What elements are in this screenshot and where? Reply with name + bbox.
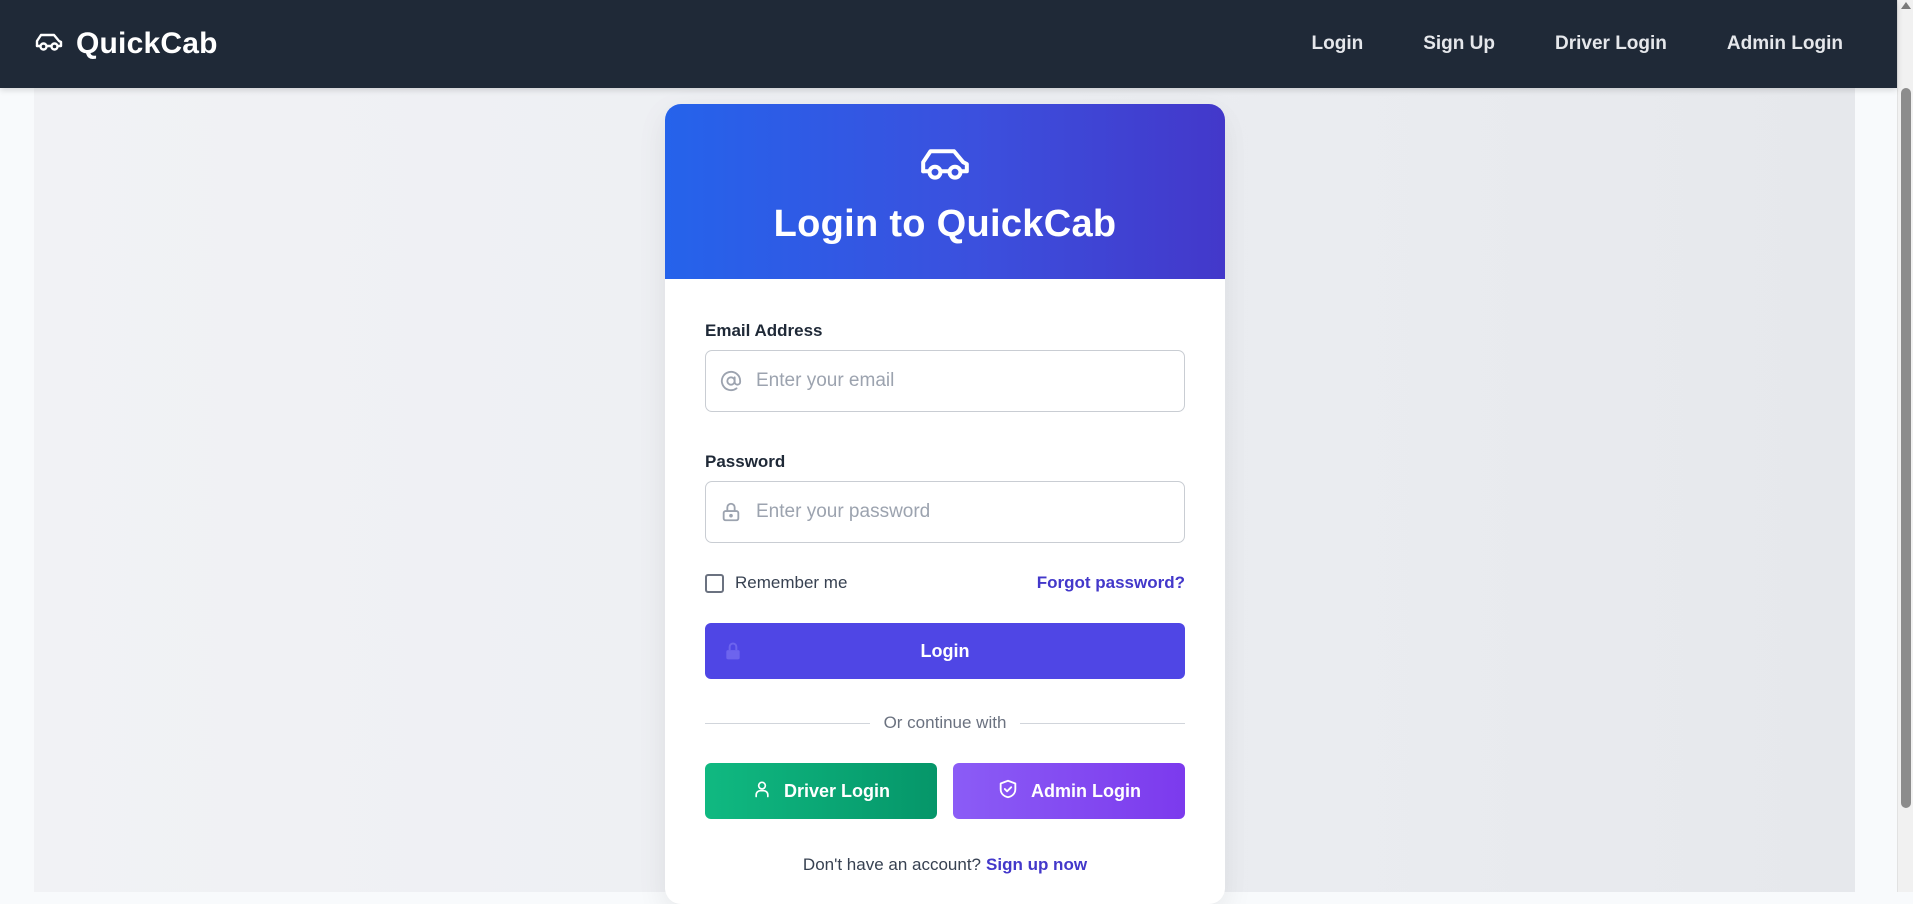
nav-link-admin-login[interactable]: Admin Login: [1697, 33, 1863, 55]
password-field-wrapper: [705, 481, 1185, 543]
scroll-up-arrow[interactable]: [1901, 2, 1911, 9]
login-button[interactable]: Login: [705, 623, 1185, 679]
top-navbar: QuickCab Login Sign Up Driver Login Admi…: [0, 0, 1897, 88]
signup-row: Don't have an account? Sign up now: [705, 855, 1185, 875]
driver-login-label: Driver Login: [783, 780, 890, 801]
nav-link-signup[interactable]: Sign Up: [1393, 33, 1525, 55]
shield-check-icon: [997, 778, 1019, 805]
car-icon: [34, 31, 64, 58]
divider-line-left: [705, 722, 870, 724]
divider: Or continue with: [705, 713, 1185, 733]
lock-icon: [723, 641, 743, 661]
login-form: Email Address Password: [665, 279, 1225, 875]
remember-checkbox[interactable]: [705, 573, 724, 593]
alt-login-row: Driver Login Admin Login: [705, 763, 1185, 819]
password-input[interactable]: [706, 482, 1184, 542]
divider-line-right: [1020, 722, 1185, 724]
remember-me[interactable]: Remember me: [705, 573, 847, 593]
divider-text: Or continue with: [883, 713, 1007, 732]
nav-links: Login Sign Up Driver Login Admin Login: [1282, 33, 1863, 55]
scroll-thumb[interactable]: [1901, 88, 1911, 808]
card-header: Login to QuickCab: [665, 104, 1225, 279]
at-icon: [720, 370, 742, 392]
signup-link[interactable]: Sign up now: [986, 855, 1087, 874]
driver-login-button[interactable]: Driver Login: [705, 763, 937, 819]
password-label: Password: [705, 452, 786, 471]
admin-login-button[interactable]: Admin Login: [953, 763, 1185, 819]
login-card: Login to QuickCab Email Address Password: [665, 104, 1225, 904]
car-icon: [915, 144, 975, 189]
remember-label: Remember me: [735, 573, 848, 592]
brand-name: QuickCab: [76, 27, 218, 60]
forgot-password-link[interactable]: Forgot password?: [1037, 573, 1185, 593]
login-button-label: Login: [920, 640, 970, 661]
page-scrollbar[interactable]: [1897, 0, 1913, 892]
brand[interactable]: QuickCab: [34, 27, 218, 61]
signup-prompt: Don't have an account?: [802, 855, 982, 874]
email-label: Email Address: [705, 321, 823, 340]
user-icon: [752, 778, 772, 805]
email-field-wrapper: [705, 350, 1185, 412]
email-input[interactable]: [706, 351, 1184, 411]
page-title: Login to QuickCab: [773, 203, 1117, 245]
nav-link-login[interactable]: Login: [1282, 33, 1394, 55]
nav-link-driver-login[interactable]: Driver Login: [1525, 33, 1697, 55]
admin-login-label: Admin Login: [1031, 780, 1141, 801]
login-options-row: Remember me Forgot password?: [705, 573, 1185, 593]
lock-icon: [720, 501, 742, 523]
